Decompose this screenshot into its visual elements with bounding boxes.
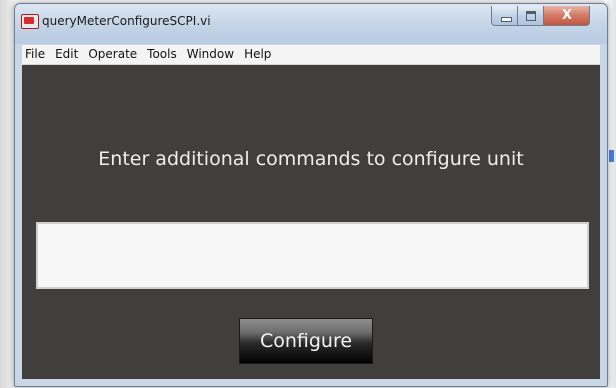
menu-tools[interactable]: Tools [142,45,182,64]
window-title: queryMeterConfigureSCPI.vi [42,14,211,28]
labview-vi-icon[interactable] [21,14,39,29]
minimize-icon [501,17,512,22]
menu-help[interactable]: Help [239,45,276,64]
configure-button[interactable]: Configure [239,318,373,364]
vi-window: queryMeterConfigureSCPI.vi X File Edit O… [14,3,608,387]
desktop: queryMeterConfigureSCPI.vi X File Edit O… [0,0,616,388]
menu-file[interactable]: File [22,45,50,64]
menu-window[interactable]: Window [182,45,239,64]
close-button[interactable]: X [544,6,590,26]
menu-bar: File Edit Operate Tools Window Help [22,45,600,65]
close-icon: X [561,8,573,23]
title-bar[interactable]: queryMeterConfigureSCPI.vi X [15,4,607,44]
desktop-mark [609,150,614,162]
menu-edit[interactable]: Edit [50,45,83,64]
front-panel: Enter additional commands to configure u… [22,65,600,379]
instruction-text: Enter additional commands to configure u… [98,148,524,170]
desktop-background-left [0,0,14,388]
command-input[interactable] [36,222,589,289]
maximize-icon [526,11,536,21]
menu-operate[interactable]: Operate [83,45,142,64]
minimize-button[interactable] [491,6,518,26]
maximize-button[interactable] [518,6,544,26]
